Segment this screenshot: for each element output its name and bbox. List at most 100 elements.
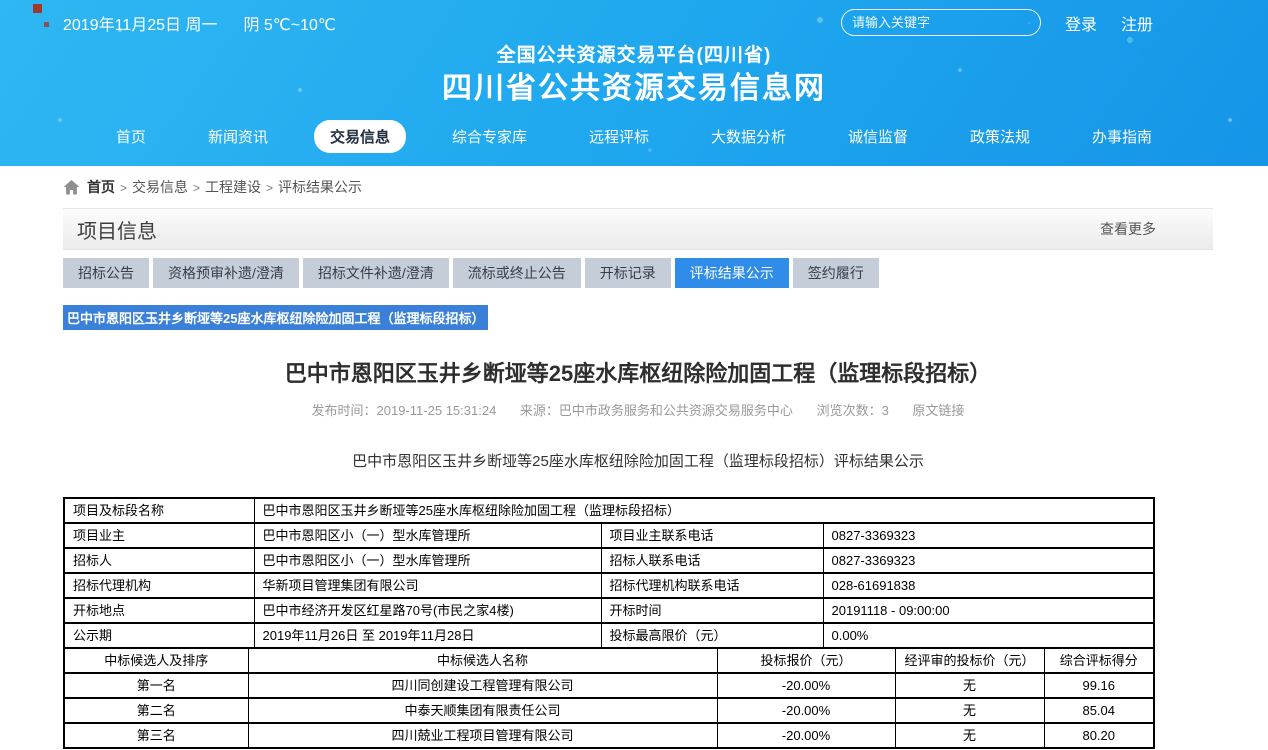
table-row: 招标人巴中市恩阳区小（一）型水库管理所招标人联系电话0827-3369323 <box>64 548 1154 573</box>
info-value-cell: 巴中市恩阳区小（一）型水库管理所 <box>254 523 601 548</box>
home-icon[interactable] <box>63 180 80 195</box>
tab-招标公告[interactable]: 招标公告 <box>63 258 149 288</box>
candidate-cell: 中泰天顺集团有限责任公司 <box>248 698 717 723</box>
table-row: 第二名中泰天顺集团有限责任公司-20.00%无85.04 <box>64 698 1154 723</box>
category-tabs: 招标公告资格预审补遗/澄清招标文件补遗/澄清流标或终止公告开标记录评标结果公示签… <box>63 258 1213 288</box>
site-banner: 2019年11月25日 周一 阴 5℃~10℃ 登录 注册 全国公共资源交易平台… <box>0 0 1268 166</box>
tab-流标或终止公告[interactable]: 流标或终止公告 <box>453 258 581 288</box>
info-label-cell: 开标地点 <box>64 598 254 623</box>
tab-签约履行[interactable]: 签约履行 <box>793 258 879 288</box>
table-row: 第三名四川兢业工程项目管理有限公司-20.00%无80.20 <box>64 723 1154 748</box>
table-row: 公示期2019年11月26日 至 2019年11月28日投标最高限价（元）0.0… <box>64 623 1154 648</box>
candidate-cell: 无 <box>895 673 1044 698</box>
tab-招标文件补遗/澄清[interactable]: 招标文件补遗/澄清 <box>303 258 449 288</box>
search-box[interactable] <box>841 9 1041 36</box>
view-more-link[interactable]: 查看更多 <box>1100 219 1213 239</box>
info-value-cell: 巴中市恩阳区玉井乡断垭等25座水库枢纽除险加固工程（监理标段招标） <box>254 498 1154 523</box>
topbar: 2019年11月25日 周一 阴 5℃~10℃ 登录 注册 <box>0 0 1268 36</box>
site-subtitle: 全国公共资源交易平台(四川省) <box>0 44 1268 69</box>
candidate-cell: 第三名 <box>64 723 248 748</box>
main-nav: 首页新闻资讯交易信息综合专家库远程评标大数据分析诚信监督政策法规办事指南 <box>0 120 1268 153</box>
info-label-cell: 招标人联系电话 <box>601 548 823 573</box>
section-title: 项目信息 <box>77 215 157 244</box>
candidate-cell: 85.04 <box>1044 698 1154 723</box>
info-value-cell: 20191118 - 09:00:00 <box>823 598 1154 623</box>
breadcrumb-item[interactable]: 工程建设 <box>205 179 261 195</box>
candidate-cell: 第二名 <box>64 698 248 723</box>
candidate-header-cell: 中标候选人及排序 <box>64 648 248 673</box>
register-link[interactable]: 注册 <box>1121 11 1153 35</box>
date-text: 2019年11月25日 周一 <box>63 11 217 35</box>
nav-item-综合专家库[interactable]: 综合专家库 <box>436 120 543 153</box>
article-meta: 发布时间：2019-11-25 15:31:24 来源：巴中市政务服务和公共资源… <box>63 400 1213 419</box>
candidate-cell: 80.20 <box>1044 723 1154 748</box>
selected-project-link[interactable]: 巴中市恩阳区玉井乡断垭等25座水库枢纽除险加固工程（监理标段招标） <box>63 305 488 330</box>
candidate-cell: 四川同创建设工程管理有限公司 <box>248 673 717 698</box>
nav-item-首页[interactable]: 首页 <box>100 120 162 153</box>
source-text: 来源：巴中市政务服务和公共资源交易服务中心 <box>520 403 793 418</box>
candidate-header-cell: 综合评标得分 <box>1044 648 1154 673</box>
candidate-cell: 无 <box>895 698 1044 723</box>
nav-item-新闻资讯[interactable]: 新闻资讯 <box>192 120 284 153</box>
info-label-cell: 投标最高限价（元） <box>601 623 823 648</box>
tab-开标记录[interactable]: 开标记录 <box>585 258 671 288</box>
info-value-cell: 0827-3369323 <box>823 523 1154 548</box>
table-row: 开标地点巴中市经济开发区红星路70号(市民之家4楼)开标时间20191118 -… <box>64 598 1154 623</box>
info-label-cell: 招标代理机构联系电话 <box>601 573 823 598</box>
candidates-table: 中标候选人及排序中标候选人名称投标报价（元）经评审的投标价（元）综合评标得分第一… <box>63 647 1155 749</box>
info-value-cell: 华新项目管理集团有限公司 <box>254 573 601 598</box>
info-value-cell: 0.00% <box>823 623 1154 648</box>
candidate-cell: -20.00% <box>717 673 895 698</box>
table-row: 项目业主巴中市恩阳区小（一）型水库管理所项目业主联系电话0827-3369323 <box>64 523 1154 548</box>
info-label-cell: 招标代理机构 <box>64 573 254 598</box>
breadcrumb: 首页 > 交易信息 > 工程建设 > 评标结果公示 <box>0 166 1268 208</box>
table-header-row: 中标候选人及排序中标候选人名称投标报价（元）经评审的投标价（元）综合评标得分 <box>64 648 1154 673</box>
table-row: 第一名四川同创建设工程管理有限公司-20.00%无99.16 <box>64 673 1154 698</box>
nav-item-交易信息[interactable]: 交易信息 <box>314 120 406 153</box>
info-value-cell: 2019年11月26日 至 2019年11月28日 <box>254 623 601 648</box>
login-link[interactable]: 登录 <box>1065 11 1097 35</box>
breadcrumb-separator: > <box>120 181 127 195</box>
content-area: 项目信息 查看更多 招标公告资格预审补遗/澄清招标文件补遗/澄清流标或终止公告开… <box>63 208 1213 749</box>
info-value-cell: 0827-3369323 <box>823 548 1154 573</box>
info-value-cell: 巴中市经济开发区红星路70号(市民之家4楼) <box>254 598 601 623</box>
breadcrumb-separator: > <box>193 181 200 195</box>
breadcrumb-item[interactable]: 评标结果公示 <box>278 179 362 195</box>
tab-评标结果公示[interactable]: 评标结果公示 <box>675 258 789 288</box>
info-value-cell: 028-61691838 <box>823 573 1154 598</box>
breadcrumb-separator: > <box>266 181 273 195</box>
original-link[interactable]: 原文链接 <box>912 403 964 418</box>
nav-item-大数据分析[interactable]: 大数据分析 <box>695 120 802 153</box>
info-label-cell: 项目业主联系电话 <box>601 523 823 548</box>
nav-item-政策法规[interactable]: 政策法规 <box>954 120 1046 153</box>
info-value-cell: 巴中市恩阳区小（一）型水库管理所 <box>254 548 601 573</box>
publish-time: 发布时间：2019-11-25 15:31:24 <box>312 403 497 418</box>
info-label-cell: 项目业主 <box>64 523 254 548</box>
info-label-cell: 招标人 <box>64 548 254 573</box>
breadcrumb-home[interactable]: 首页 <box>87 177 115 197</box>
breadcrumb-item[interactable]: 交易信息 <box>132 179 188 195</box>
search-icon[interactable] <box>1028 14 1030 32</box>
info-label-cell: 公示期 <box>64 623 254 648</box>
article-subtitle: 巴中市恩阳区玉井乡断垭等25座水库枢纽除险加固工程（监理标段招标）评标结果公示 <box>63 450 1213 471</box>
nav-item-远程评标[interactable]: 远程评标 <box>573 120 665 153</box>
info-label-cell: 项目及标段名称 <box>64 498 254 523</box>
nav-item-诚信监督[interactable]: 诚信监督 <box>832 120 924 153</box>
candidate-cell: 99.16 <box>1044 673 1154 698</box>
search-input[interactable] <box>852 15 1028 30</box>
tab-资格预审补遗/澄清[interactable]: 资格预审补遗/澄清 <box>153 258 299 288</box>
candidate-cell: -20.00% <box>717 698 895 723</box>
table-row: 招标代理机构华新项目管理集团有限公司招标代理机构联系电话028-61691838 <box>64 573 1154 598</box>
weather-text: 阴 5℃~10℃ <box>243 11 335 35</box>
view-count: 浏览次数：3 <box>817 403 889 418</box>
candidate-header-cell: 中标候选人名称 <box>248 648 717 673</box>
nav-item-办事指南[interactable]: 办事指南 <box>1076 120 1168 153</box>
info-table: 项目及标段名称巴中市恩阳区玉井乡断垭等25座水库枢纽除险加固工程（监理标段招标）… <box>63 497 1155 649</box>
candidate-cell: 第一名 <box>64 673 248 698</box>
article-title: 巴中市恩阳区玉井乡断垭等25座水库枢纽除险加固工程（监理标段招标） <box>63 356 1213 388</box>
table-row: 项目及标段名称巴中市恩阳区玉井乡断垭等25座水库枢纽除险加固工程（监理标段招标） <box>64 498 1154 523</box>
info-label-cell: 开标时间 <box>601 598 823 623</box>
site-title: 四川省公共资源交易信息网 <box>0 69 1268 108</box>
candidate-cell: -20.00% <box>717 723 895 748</box>
candidate-cell: 四川兢业工程项目管理有限公司 <box>248 723 717 748</box>
